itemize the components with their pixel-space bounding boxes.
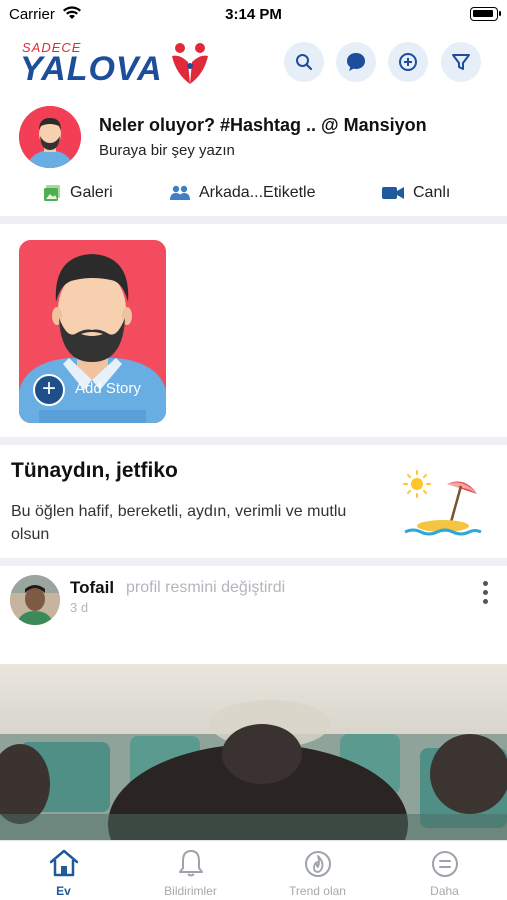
gallery-icon: [44, 185, 60, 201]
more-options-icon[interactable]: [478, 581, 492, 609]
menu-icon: [431, 851, 458, 877]
post-photo: [0, 664, 507, 840]
add-story-card[interactable]: + Add Story: [19, 240, 166, 423]
filter-button[interactable]: [441, 42, 481, 82]
messages-button[interactable]: [336, 42, 376, 82]
live-label: Canlı: [413, 184, 451, 201]
tab-more-label: Daha: [430, 884, 459, 898]
section-divider: [0, 216, 507, 224]
composer-prompt[interactable]: Neler oluyor? #Hashtag .. @ Mansiyon: [99, 115, 427, 136]
live-button[interactable]: Canlı: [382, 184, 450, 202]
bell-icon: [178, 850, 203, 877]
add-story-label: Add Story: [75, 380, 141, 397]
tab-home[interactable]: Ev: [0, 841, 127, 900]
logo-wordmark: YALOVA: [20, 50, 163, 88]
beach-icon: [403, 470, 482, 536]
section-divider: [0, 437, 507, 445]
tab-notifications[interactable]: Bildirimler: [127, 841, 254, 900]
create-post-button[interactable]: [388, 42, 428, 82]
greeting-message: Bu öğlen hafif, bereketli, aydın, veriml…: [11, 503, 347, 543]
gallery-button[interactable]: Galeri: [43, 184, 113, 202]
tag-friends-button[interactable]: Arkada...Etiketle: [170, 184, 316, 202]
tag-friends-label: Arkada...Etiketle: [199, 184, 316, 201]
friends-icon: [170, 185, 190, 200]
gallery-label: Galeri: [70, 184, 113, 201]
filter-icon: [452, 54, 470, 70]
tab-trending[interactable]: Trend olan: [254, 841, 381, 900]
post-author-name[interactable]: Tofail: [70, 578, 114, 598]
user-avatar[interactable]: [19, 106, 81, 168]
app-logo: SADECE YALOVA: [20, 40, 210, 90]
flame-icon: [304, 851, 331, 877]
tab-trending-label: Trend olan: [289, 884, 346, 898]
logo-mark-icon: [172, 43, 208, 84]
post-author-avatar[interactable]: [10, 575, 60, 625]
home-icon: [49, 849, 78, 877]
composer-input[interactable]: Buraya bir şey yazın: [99, 142, 235, 159]
chat-icon: [347, 53, 365, 71]
avatar-illustration: [19, 106, 81, 168]
author-photo: [10, 575, 60, 625]
status-bar: Carrier 3:14 PM: [0, 0, 507, 30]
post-image[interactable]: [0, 664, 507, 840]
search-button[interactable]: [284, 42, 324, 82]
add-icon: [399, 53, 417, 71]
post-action-text: profil resmini değiştirdi: [126, 579, 286, 596]
tab-notifications-label: Bildirimler: [164, 884, 217, 898]
section-divider: [0, 558, 507, 566]
battery-icon: [470, 7, 501, 21]
post-timestamp: 3 d: [70, 600, 89, 615]
add-story-icon[interactable]: +: [33, 374, 65, 406]
composer-actions: Galeri Arkada...Etiketle Canlı: [0, 178, 507, 212]
tab-home-label: Ev: [56, 884, 71, 898]
search-icon: [296, 54, 313, 71]
bottom-tab-bar: Ev Bildirimler Trend olan Daha: [0, 840, 507, 900]
video-icon: [382, 187, 404, 199]
greeting-title: Tünaydın, jetfiko: [11, 459, 178, 482]
tab-more[interactable]: Daha: [381, 841, 507, 900]
status-time: 3:14 PM: [225, 6, 282, 23]
